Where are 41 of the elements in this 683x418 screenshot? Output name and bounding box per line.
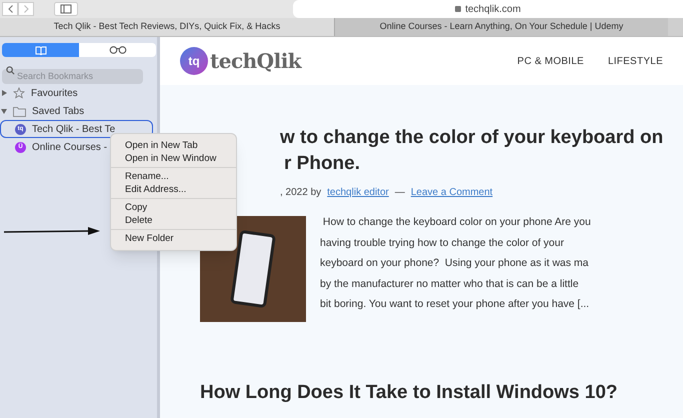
menu-item[interactable]: Copy [111,201,236,214]
browser-tab[interactable]: Tech Qlik - Best Tech Reviews, DIYs, Quick Fix, & Hacks [0,18,334,36]
nav-link[interactable]: LIFESTYLE [608,54,663,68]
search-icon [6,66,15,75]
glasses-icon [108,46,126,54]
nav-link[interactable]: PC & MOBILE [517,54,584,68]
logo-badge: tq [180,47,208,75]
bookmark-item[interactable]: Favourites [0,84,153,102]
lock-icon [455,6,462,12]
menu-item[interactable]: New Folder [111,232,236,245]
folder-icon [13,106,26,116]
sidebar-toggle-icon[interactable] [54,2,78,16]
article-meta: , 2022 by [280,186,322,200]
menu-item[interactable]: Delete [111,214,236,227]
menu-item[interactable]: Edit Address... [111,183,236,196]
sidebar-mode-tab[interactable] [79,43,156,57]
back-button[interactable] [2,2,18,16]
bookmark-label: Favourites [31,86,78,100]
browser-tab[interactable]: Online Courses - Learn Anything, On Your Schedule | Udemy [334,18,668,36]
address-bar[interactable]: techqlik.com [293,0,683,18]
comment-link[interactable]: Leave a Comment [410,185,493,200]
disclosure-triangle-icon[interactable] [1,90,7,96]
bookmark-label: Saved Tabs [32,104,84,118]
bookmark-label: Tech Qlik - Best Te [32,122,116,136]
bookmark-label: Online Courses - [32,140,108,154]
menu-item[interactable]: Open in New Window [111,152,236,165]
article-title[interactable]: How Long Does It Take to Install Windows 10? [200,379,683,408]
bookmark-item[interactable]: Saved Tabs [0,102,153,120]
star-icon [13,87,25,99]
article-excerpt: How to change the keyboard color on your phone Are you having trouble trying how to change the color of your keyboard on your phone? Using your phone as it was ma by the manufacturer no matter who that is can be a little bit boring. You want to reset your phone after you have [... [320,215,591,312]
chevron-right-icon [24,5,28,13]
sidebar-mode-tab[interactable] [2,43,79,57]
search-field[interactable]: Search Bookmarks [2,68,143,84]
chevron-left-icon [8,5,12,13]
menu-item[interactable]: Rename... [111,170,236,183]
meta-separator: — [394,186,405,200]
menu-item[interactable]: Open in New Tab [111,139,236,152]
logo-text: techQlik [210,48,302,75]
disclosure-triangle-icon[interactable] [1,108,7,114]
author-link[interactable]: techqlik editor [327,185,389,200]
book-icon [34,46,46,54]
